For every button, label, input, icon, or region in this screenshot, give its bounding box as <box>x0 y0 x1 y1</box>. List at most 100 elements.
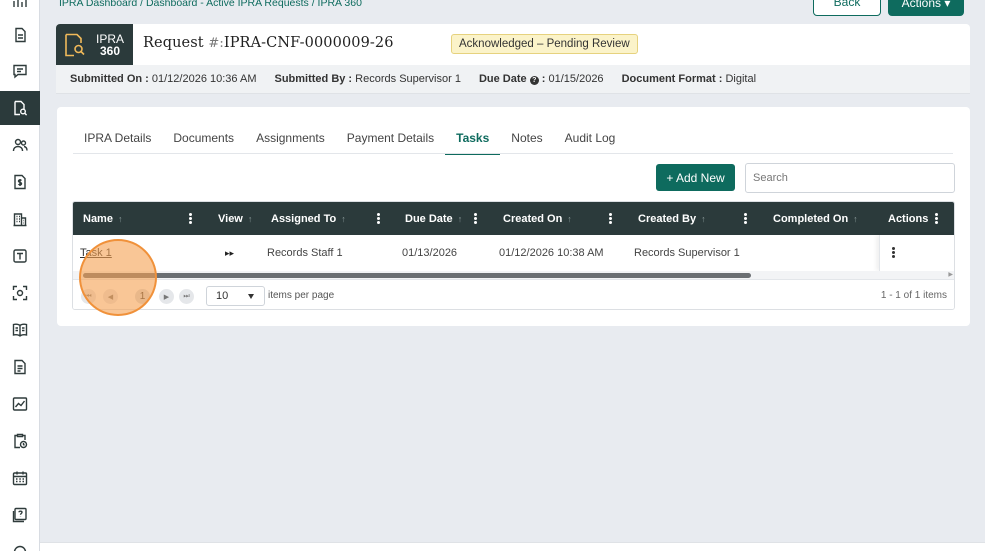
tab-bar: IPRA Details Documents Assignments Payme… <box>73 125 626 155</box>
search-input[interactable] <box>745 163 955 193</box>
tab-assignments[interactable]: Assignments <box>245 125 336 155</box>
col-view[interactable]: View ↑ <box>218 202 252 235</box>
meta-due-date: Due Date ? : 01/15/2026 <box>479 73 604 85</box>
logo-line2: 360 <box>99 43 121 58</box>
request-meta-bar: Submitted On : 01/12/2026 10:36 AM Submi… <box>56 65 970 94</box>
add-new-button[interactable]: + Add New <box>656 164 735 191</box>
book-icon[interactable] <box>0 313 40 347</box>
column-menu-icon[interactable] <box>609 213 612 224</box>
help-icon[interactable] <box>0 498 40 532</box>
tab-ipra-details[interactable]: IPRA Details <box>73 125 162 155</box>
sort-icon: ↑ <box>701 213 706 224</box>
tab-documents[interactable]: Documents <box>162 125 245 155</box>
col-created-on-label: Created On <box>503 212 563 225</box>
settings-icon[interactable] <box>0 535 40 551</box>
breadcrumb[interactable]: IPRA Dashboard / Dashboard - Active IPRA… <box>59 0 362 9</box>
col-completed-on[interactable]: Completed On ↑ <box>773 202 858 235</box>
submitted-by-value: Records Supervisor 1 <box>355 73 461 85</box>
due-date-value: 01/15/2026 <box>548 73 604 85</box>
col-created-on[interactable]: Created On ↑ <box>503 202 572 235</box>
page-size-value: 10 <box>216 290 229 302</box>
prev-page-icon[interactable]: ◀ <box>103 289 118 304</box>
logo-line1: IPRA <box>96 31 125 46</box>
submitted-by-label: Submitted By : <box>274 73 353 85</box>
format-value: Digital <box>725 73 757 85</box>
task-link[interactable]: Task 1 <box>80 247 112 259</box>
col-actions: Actions <box>888 202 928 235</box>
text-template-icon[interactable] <box>0 239 40 273</box>
document-search-icon[interactable] <box>0 91 40 125</box>
format-label: Document Format : <box>621 73 723 85</box>
due-date-label: Due Date <box>478 73 527 85</box>
tab-tasks[interactable]: Tasks <box>445 125 501 155</box>
message-icon[interactable] <box>0 54 40 88</box>
col-due-date[interactable]: Due Date ↑ <box>405 202 462 235</box>
page-size-select[interactable]: 10 <box>206 286 265 306</box>
meta-document-format: Document Format : Digital <box>622 73 756 85</box>
col-created-by[interactable]: Created By ↑ <box>638 202 706 235</box>
scrollbar-thumb[interactable] <box>83 273 751 278</box>
logo-text: IPRA 360 <box>96 33 124 57</box>
meta-submitted-on: Submitted On : 01/12/2026 10:36 AM <box>70 73 256 85</box>
grid-header: Name ↑ View ↑ Assigned To ↑ Due Date ↑ Creat… <box>73 202 954 235</box>
actions-dropdown-button[interactable]: Actions ▾ <box>888 0 964 16</box>
col-assigned-to-label: Assigned To <box>271 212 337 225</box>
col-assigned-to[interactable]: Assigned To ↑ <box>271 202 346 235</box>
meta-submitted-by: Submitted By : Records Supervisor 1 <box>274 73 460 85</box>
page-number-button[interactable]: 1 <box>135 289 150 304</box>
sort-icon: ↑ <box>567 213 572 224</box>
cell-due-date: 01/13/2026 <box>402 247 458 259</box>
chart-icon[interactable] <box>0 387 40 421</box>
column-menu-icon[interactable] <box>935 213 938 224</box>
col-name[interactable]: Name ↑ <box>83 202 122 235</box>
table-row: Task 1 ▸▸ Records Staff 1 01/13/2026 01/… <box>73 235 954 271</box>
invoice-dollar-icon[interactable] <box>0 165 40 199</box>
sidebar <box>0 0 40 551</box>
scroll-right-arrow-icon[interactable]: ▶ <box>948 271 953 278</box>
column-menu-icon[interactable] <box>474 213 477 224</box>
document-icon[interactable] <box>0 18 40 52</box>
cell-actions <box>879 235 954 271</box>
report-icon[interactable] <box>0 350 40 384</box>
last-page-icon[interactable]: ⏭ <box>179 289 194 304</box>
back-button[interactable]: Back <box>813 0 881 16</box>
col-completed-on-label: Completed On <box>773 212 849 225</box>
column-menu-icon[interactable] <box>189 213 192 224</box>
column-menu-icon[interactable] <box>377 213 380 224</box>
status-badge: Acknowledged – Pending Review <box>451 34 638 54</box>
ipra-360-logo: IPRA 360 <box>56 24 133 65</box>
request-id: IPRA-CNF-0000009-26 <box>223 35 394 51</box>
scan-icon[interactable] <box>0 276 40 310</box>
horizontal-scrollbar[interactable]: ▶ <box>73 271 954 279</box>
cell-assigned-to: Records Staff 1 <box>267 247 343 259</box>
users-icon[interactable] <box>0 128 40 162</box>
col-due-date-label: Due Date <box>405 212 453 225</box>
bottom-strip <box>40 542 985 551</box>
sort-icon: ↑ <box>247 213 253 224</box>
tasks-panel: IPRA Details Documents Assignments Payme… <box>57 107 970 326</box>
tasks-grid: Name ↑ View ↑ Assigned To ↑ Due Date ↑ Creat… <box>72 201 955 310</box>
view-forward-icon[interactable]: ▸▸ <box>225 235 234 271</box>
pager: ⏮ ◀ 1 ▶ ⏭ 10 items per page 1 - 1 of 1 i… <box>73 279 954 309</box>
sort-icon: ↑ <box>457 213 463 224</box>
building-icon[interactable] <box>0 202 40 236</box>
sort-icon: ↑ <box>117 213 123 224</box>
tab-audit-log[interactable]: Audit Log <box>554 125 627 155</box>
first-page-icon[interactable]: ⏮ <box>81 289 96 304</box>
calendar-icon[interactable] <box>0 461 40 495</box>
home-icon[interactable] <box>0 0 40 18</box>
clipboard-clock-icon[interactable] <box>0 424 40 458</box>
tab-divider <box>73 153 953 154</box>
request-label: Request <box>143 35 204 51</box>
question-icon[interactable]: ? <box>529 76 539 85</box>
tab-payment-details[interactable]: Payment Details <box>336 125 445 155</box>
column-menu-icon[interactable] <box>744 213 747 224</box>
request-hash: #: <box>208 36 224 51</box>
request-header: IPRA 360 Request #:IPRA-CNF-0000009-26 A… <box>56 24 970 65</box>
request-title: Request #:IPRA-CNF-0000009-26 <box>143 35 394 51</box>
due-date-sep: : <box>541 73 546 85</box>
next-page-icon[interactable]: ▶ <box>159 289 174 304</box>
row-actions-menu-icon[interactable] <box>892 247 895 258</box>
tab-notes[interactable]: Notes <box>500 125 553 155</box>
chevron-down-icon <box>248 294 254 299</box>
